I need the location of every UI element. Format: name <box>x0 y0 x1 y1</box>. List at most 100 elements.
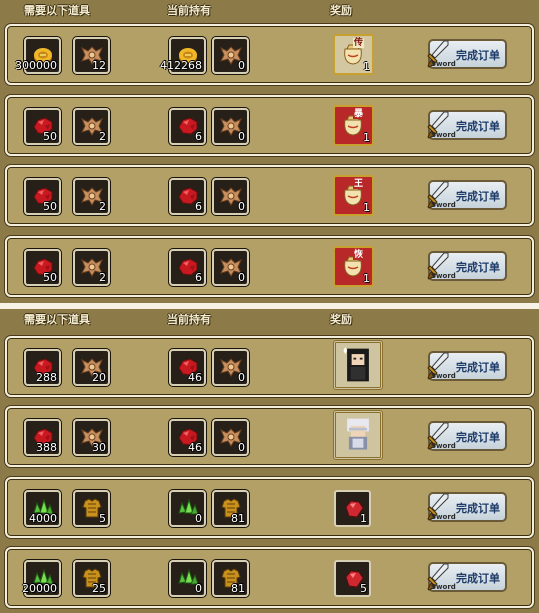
required-item-slot[interactable]: 5 <box>73 490 110 527</box>
complete-order-button[interactable]: 完成订单 Sword <box>427 180 507 210</box>
required-item-count: 5 <box>99 512 106 525</box>
reward-slot[interactable]: 王1 <box>333 175 374 216</box>
owned-item-count: 412268 <box>160 59 202 72</box>
required-item-count: 2 <box>99 271 106 284</box>
owned-item-count: 0 <box>195 512 202 525</box>
required-item-slot[interactable]: 288 <box>24 349 61 386</box>
dark-hair-character-icon <box>338 345 378 385</box>
required-item-slot[interactable]: 300000 <box>15 37 61 74</box>
owned-item-count: 46 <box>188 441 202 454</box>
header-required: 需要以下道具 <box>24 313 90 326</box>
owned-item-slot[interactable]: 0 <box>169 560 206 597</box>
reward-count: 1 <box>363 272 370 285</box>
required-item-slot[interactable]: 50 <box>24 178 61 215</box>
owned-item-count: 0 <box>238 200 245 213</box>
owned-item-slot[interactable]: 0 <box>169 490 206 527</box>
owned-item-slot[interactable]: 0 <box>212 178 249 215</box>
complete-order-button[interactable]: 完成订单 Sword <box>427 110 507 140</box>
required-item-count: 50 <box>43 271 57 284</box>
owned-item-slot[interactable]: 81 <box>212 490 249 527</box>
required-item-slot[interactable]: 2 <box>73 249 110 286</box>
column-header: 需要以下道具 当前持有 奖励 <box>0 309 539 329</box>
owned-item-slot[interactable]: 46 <box>169 419 206 456</box>
reward-slot[interactable]: 暴1 <box>333 105 374 146</box>
complete-order-label: 完成订单 <box>456 190 500 203</box>
required-item-slot[interactable]: 4000 <box>24 490 61 527</box>
header-required: 需要以下道具 <box>24 4 90 17</box>
button-sub-label: Sword <box>431 60 456 68</box>
complete-order-button[interactable]: 完成订单 Sword <box>427 351 507 381</box>
order-panel-1: 需要以下道具 当前持有 奖励 300000 12 412268 0 传 1 完成订单 Swor… <box>0 0 539 303</box>
reward-slot[interactable] <box>333 340 383 390</box>
reward-slot[interactable]: 5 <box>334 560 371 597</box>
required-item-count: 288 <box>36 371 57 384</box>
required-item-count: 388 <box>36 441 57 454</box>
complete-order-label: 完成订单 <box>456 361 500 374</box>
reward-count: 1 <box>360 512 367 525</box>
complete-order-label: 完成订单 <box>456 261 500 274</box>
owned-item-count: 0 <box>238 130 245 143</box>
owned-item-count: 81 <box>231 582 245 595</box>
owned-item-count: 0 <box>195 582 202 595</box>
complete-order-button[interactable]: 完成订单 Sword <box>427 251 507 281</box>
required-item-slot[interactable]: 2 <box>73 178 110 215</box>
required-item-slot[interactable]: 20000 <box>22 560 61 597</box>
header-reward: 奖励 <box>330 4 352 17</box>
button-sub-label: Sword <box>431 372 456 380</box>
complete-order-button[interactable]: 完成订单 Sword <box>427 39 507 69</box>
owned-item-count: 6 <box>195 271 202 284</box>
reward-tag: 王 <box>353 179 365 189</box>
owned-item-slot[interactable]: 0 <box>212 249 249 286</box>
owned-item-slot[interactable]: 6 <box>169 178 206 215</box>
order-row: 50 2 6 0 王 1 完成订单 Sword <box>5 165 534 226</box>
owned-item-slot[interactable]: 412268 <box>160 37 206 74</box>
complete-order-label: 完成订单 <box>456 502 500 515</box>
reward-slot[interactable] <box>333 410 383 460</box>
order-row: 50 2 6 0 恢 1 完成订单 Sword <box>5 236 534 297</box>
order-row: 4000 5 0 81 1 完成订单 Sword <box>5 477 534 538</box>
order-row: 288 20 46 0 完成订单 Sword <box>5 336 534 397</box>
required-item-slot[interactable]: 2 <box>73 108 110 145</box>
header-owned: 当前持有 <box>167 313 211 326</box>
owned-item-slot[interactable]: 0 <box>212 37 249 74</box>
required-item-slot[interactable]: 50 <box>24 249 61 286</box>
required-item-slot[interactable]: 30 <box>73 419 110 456</box>
required-item-slot[interactable]: 50 <box>24 108 61 145</box>
reward-slot[interactable]: 恢1 <box>333 246 374 287</box>
required-item-count: 300000 <box>15 59 57 72</box>
complete-order-label: 完成订单 <box>456 120 500 133</box>
owned-item-slot[interactable]: 6 <box>169 108 206 145</box>
owned-item-slot[interactable]: 6 <box>169 249 206 286</box>
owned-item-count: 0 <box>238 271 245 284</box>
reward-slot[interactable]: 传1 <box>333 34 374 75</box>
reward-count: 1 <box>363 60 370 73</box>
complete-order-button[interactable]: 完成订单 Sword <box>427 421 507 451</box>
required-item-count: 2 <box>99 130 106 143</box>
required-item-slot[interactable]: 20 <box>73 349 110 386</box>
owned-item-slot[interactable]: 46 <box>169 349 206 386</box>
button-sub-label: Sword <box>431 131 456 139</box>
required-item-count: 50 <box>43 130 57 143</box>
owned-item-slot[interactable]: 81 <box>212 560 249 597</box>
required-item-slot[interactable]: 25 <box>73 560 110 597</box>
required-item-count: 2 <box>99 200 106 213</box>
complete-order-button[interactable]: 完成订单 Sword <box>427 492 507 522</box>
complete-order-label: 完成订单 <box>456 49 500 62</box>
button-sub-label: Sword <box>431 583 456 591</box>
reward-slot[interactable]: 1 <box>334 490 371 527</box>
button-sub-label: Sword <box>431 442 456 450</box>
owned-item-slot[interactable]: 0 <box>212 108 249 145</box>
owned-item-count: 6 <box>195 130 202 143</box>
button-sub-label: Sword <box>431 201 456 209</box>
column-header: 需要以下道具 当前持有 奖励 <box>0 0 539 20</box>
owned-item-count: 81 <box>231 512 245 525</box>
complete-order-button[interactable]: 完成订单 Sword <box>427 562 507 592</box>
required-item-slot[interactable]: 12 <box>73 37 110 74</box>
required-item-slot[interactable]: 388 <box>24 419 61 456</box>
owned-item-count: 0 <box>238 59 245 72</box>
button-sub-label: Sword <box>431 513 456 521</box>
owned-item-count: 0 <box>238 371 245 384</box>
owned-item-slot[interactable]: 0 <box>212 349 249 386</box>
reward-count: 5 <box>360 582 367 595</box>
owned-item-slot[interactable]: 0 <box>212 419 249 456</box>
